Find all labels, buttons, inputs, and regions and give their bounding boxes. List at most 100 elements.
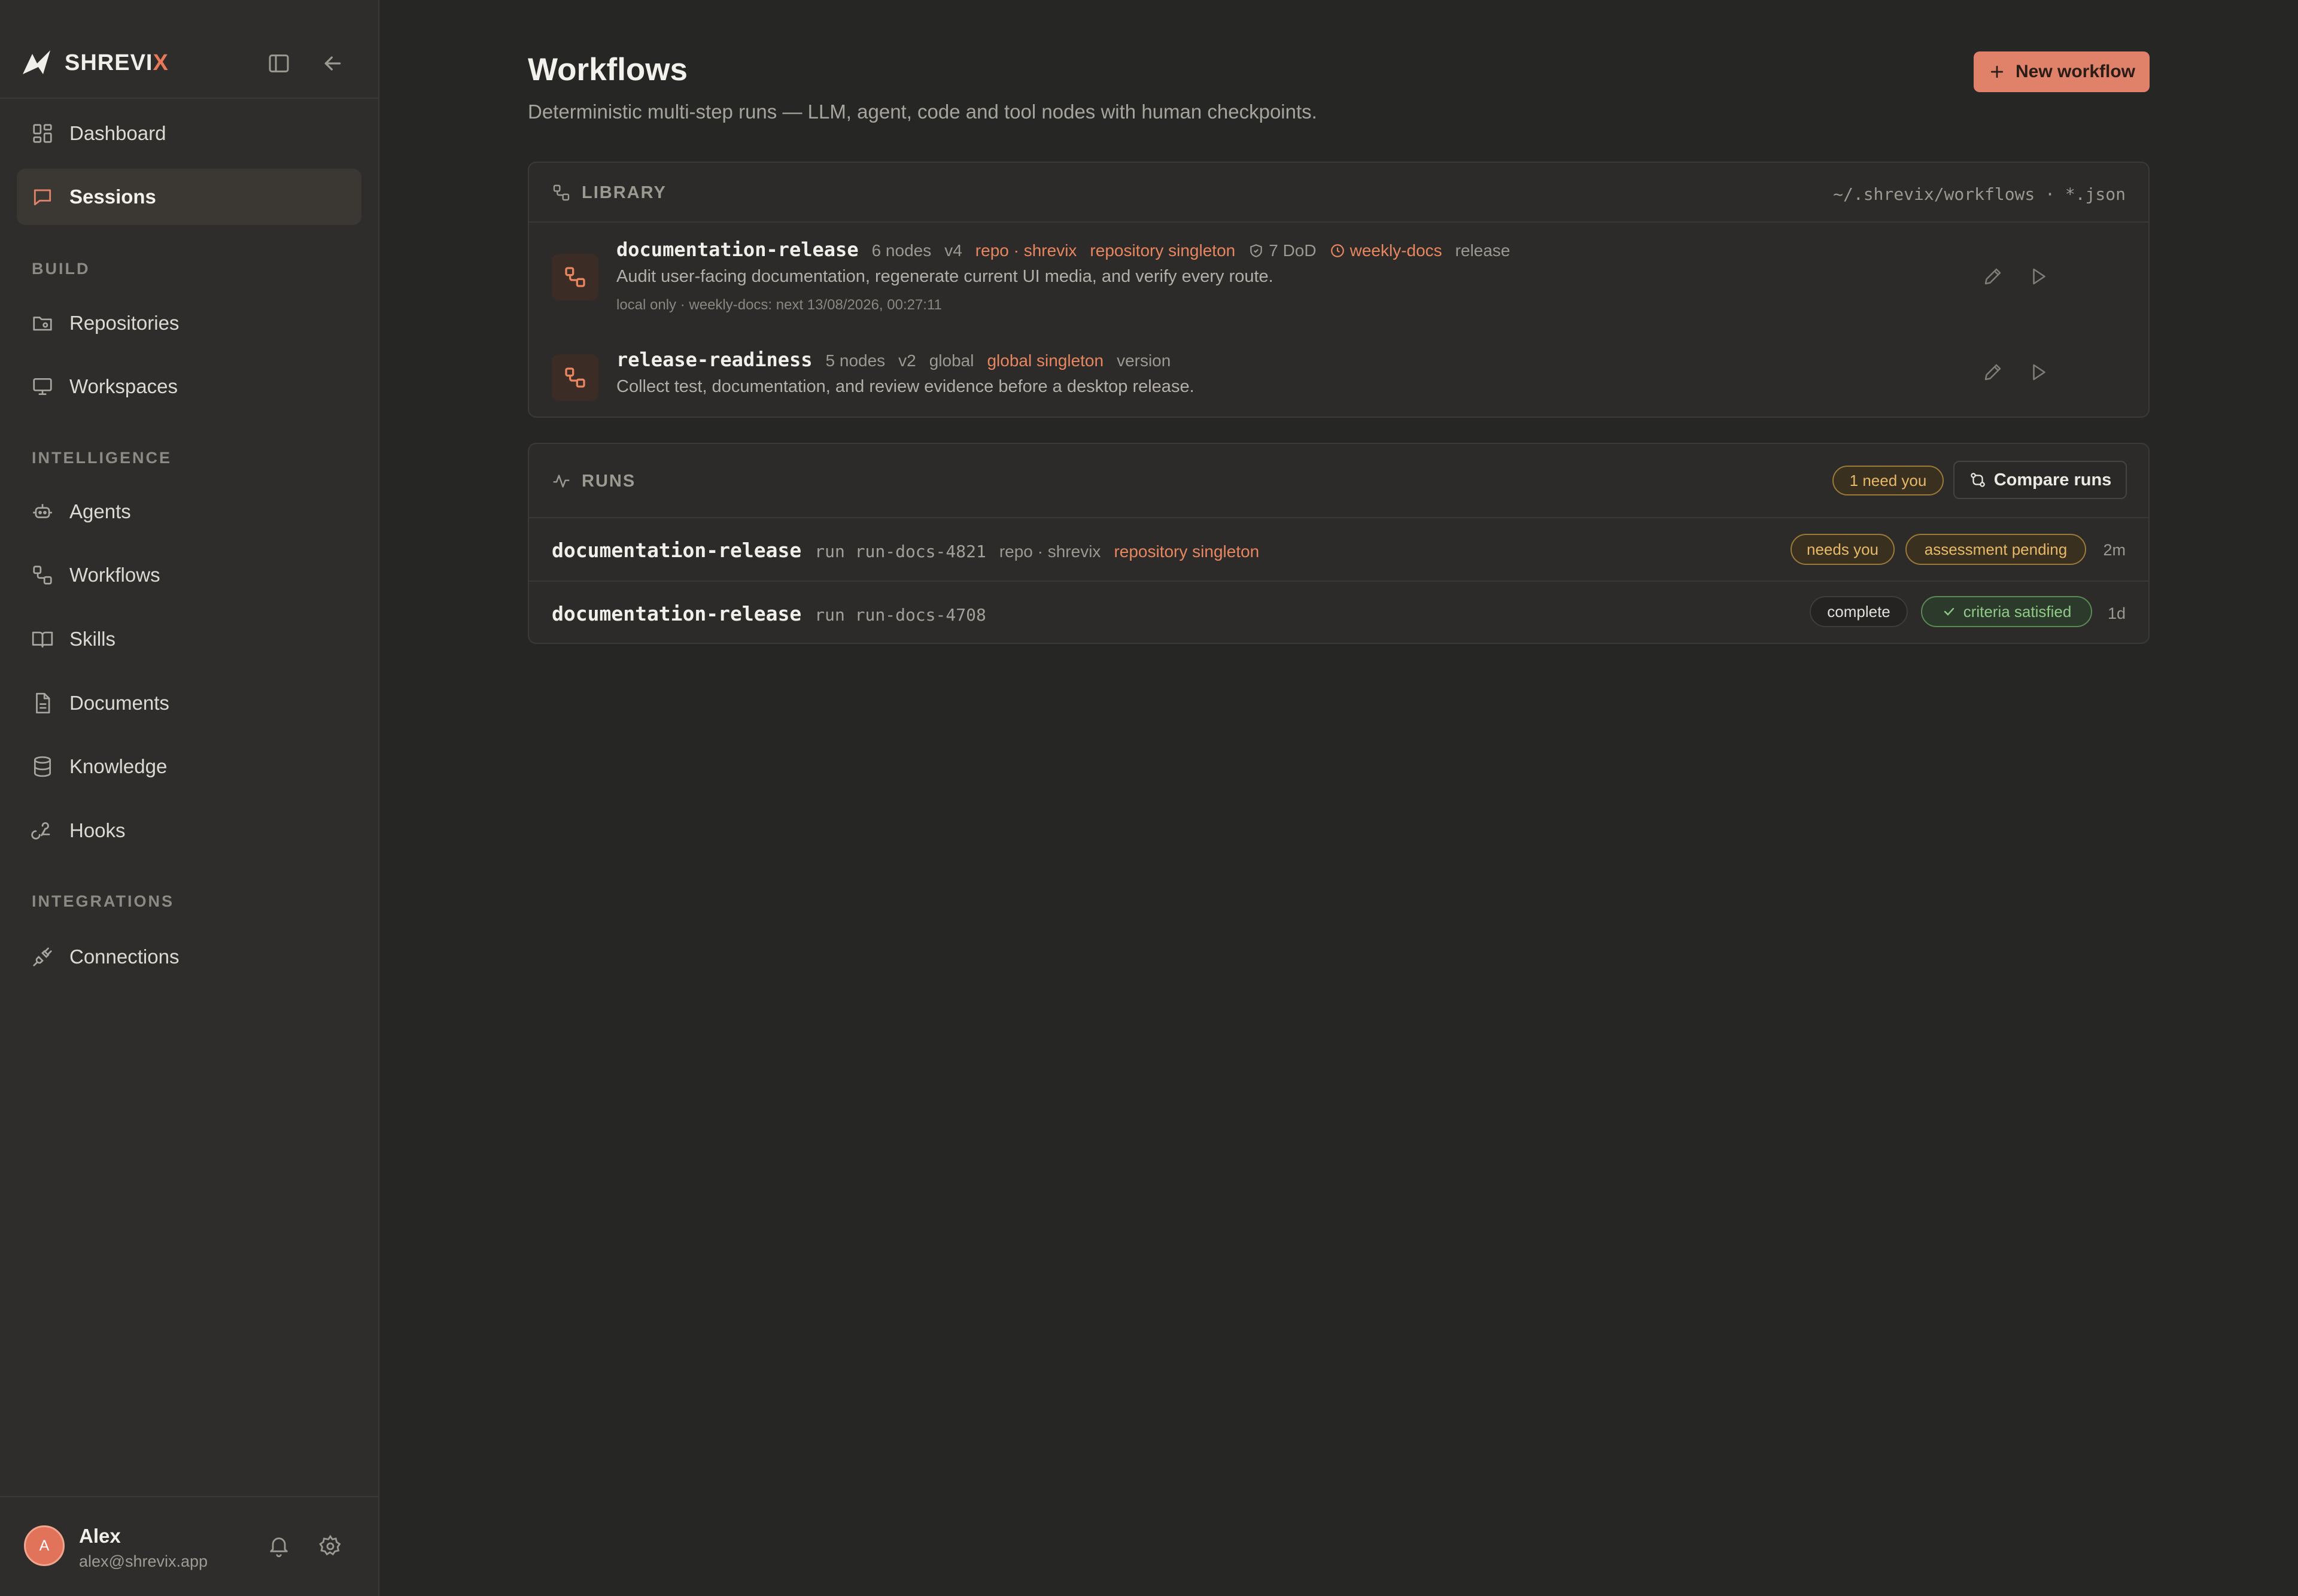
run-meta-line: documentation-release run run-docs-4708 [552, 602, 999, 625]
runs-title: RUNS [582, 472, 636, 491]
app-window: SHREVIX Dashboard Sessions BUILD Reposit… [0, 0, 2298, 1596]
sidebar-item-knowledge[interactable]: Knowledge [17, 738, 361, 795]
workflow-item-documentation-release[interactable]: documentation-release 6 nodes v4 repo · … [529, 225, 2148, 329]
sidebar-item-hooks[interactable]: Hooks [17, 802, 361, 859]
sidebar-item-label: Knowledge [69, 755, 168, 777]
sidebar-item-label: Workflows [69, 564, 160, 586]
workflow-description: Audit user-facing documentation, regener… [616, 267, 1273, 286]
workflow-node-count: 5 nodes [825, 351, 886, 370]
run-workflow-name: documentation-release [552, 539, 802, 562]
edit-pencil-icon[interactable] [1982, 266, 2004, 287]
workflow-singleton: global singleton [987, 351, 1104, 370]
run-play-icon[interactable] [2028, 361, 2049, 383]
git-compare-icon [1970, 473, 1985, 487]
page-title: Workflows [528, 52, 688, 87]
status-badge: needs you [1791, 534, 1895, 565]
compare-runs-button[interactable]: Compare runs [1953, 461, 2127, 499]
workflow-scope: repo · shrevix [975, 241, 1077, 260]
status-badge: complete [1810, 596, 1908, 627]
compare-runs-label: Compare runs [1993, 470, 2112, 490]
run-meta-line: documentation-release run run-docs-4821 … [552, 539, 1272, 562]
new-workflow-label: New workflow [2015, 62, 2136, 81]
sidebar-item-label: Skills [69, 628, 116, 650]
sidebar-item-label: Agents [69, 500, 131, 522]
workflow-meta-line: documentation-release 6 nodes v4 repo · … [616, 238, 1524, 261]
workflow-version: v2 [898, 351, 916, 370]
chat-icon [31, 186, 54, 208]
section-label-build: BUILD [32, 260, 90, 278]
book-icon [31, 628, 54, 650]
section-label-intelligence: INTELLIGENCE [32, 449, 172, 467]
new-workflow-button[interactable]: New workflow [1974, 51, 2150, 92]
library-card: LIBRARY ~/.shrevix/workflows · *.json do… [528, 162, 2150, 418]
bell-icon[interactable] [267, 1534, 291, 1558]
run-item-run-docs-4708[interactable]: documentation-release run run-docs-4708 … [529, 580, 2148, 643]
workflow-tag: version [1117, 351, 1171, 370]
run-play-icon[interactable] [2028, 266, 2049, 287]
plug-icon [31, 946, 54, 968]
workflow-dod-label: 7 DoD [1269, 241, 1317, 260]
sidebar-item-connections[interactable]: Connections [17, 929, 361, 985]
sidebar-item-workspaces[interactable]: Workspaces [17, 358, 361, 415]
shrevix-logo-icon[interactable] [22, 49, 51, 75]
library-header: LIBRARY ~/.shrevix/workflows · *.json [529, 163, 2148, 223]
run-singleton: repository singleton [1114, 542, 1260, 561]
workflow-schedule-info: local only · weekly-docs: next 13/08/202… [616, 297, 942, 313]
section-label-integrations: INTEGRATIONS [32, 892, 174, 910]
workflow-singleton: repository singleton [1090, 241, 1236, 260]
workflow-icon [31, 564, 54, 586]
workflow-meta-line: release-readiness 5 nodes v2 global glob… [616, 348, 1184, 371]
user-email: alex@shrevix.app [79, 1552, 208, 1570]
activity-icon [552, 472, 571, 491]
shield-check-icon [1248, 243, 1264, 259]
back-arrow-icon[interactable] [321, 51, 345, 75]
workflow-item-release-readiness[interactable]: release-readiness 5 nodes v2 global glob… [529, 336, 2148, 417]
gear-icon[interactable] [318, 1534, 342, 1558]
library-title: LIBRARY [582, 183, 667, 202]
workflow-schedule: weekly-docs [1330, 241, 1442, 260]
sidebar-item-label: Documents [69, 692, 169, 714]
main-content: Workflows Deterministic multi-step runs … [379, 0, 2298, 1596]
brand-name-accent: X [153, 50, 169, 75]
sidebar-item-dashboard[interactable]: Dashboard [17, 105, 361, 162]
brand-row: SHREVIX [0, 0, 378, 99]
workflow-tag: release [1455, 241, 1510, 260]
run-scope: repo · shrevix [999, 542, 1101, 561]
sidebar-item-agents[interactable]: Agents [17, 484, 361, 540]
bot-icon [31, 500, 54, 523]
sidebar-item-sessions[interactable]: Sessions [17, 169, 361, 225]
assessment-badge: assessment pending [1905, 534, 2086, 565]
dashboard-icon [31, 122, 54, 145]
sidebar-item-label: Sessions [69, 186, 156, 208]
workflow-icon [552, 354, 598, 401]
workflow-icon [552, 254, 598, 300]
plus-icon [1990, 65, 2004, 78]
needs-attention-badge: 1 need you [1832, 466, 1944, 495]
file-icon [31, 692, 54, 715]
sidebar-item-documents[interactable]: Documents [17, 675, 361, 731]
toggle-sidebar-icon[interactable] [267, 51, 291, 75]
edit-pencil-icon[interactable] [1982, 361, 2004, 383]
brand-name: SHREVIX [65, 50, 169, 76]
sidebar-item-label: Workspaces [69, 375, 178, 397]
check-icon [1944, 607, 1954, 616]
run-age: 2m [2103, 541, 2126, 559]
sidebar-item-label: Dashboard [69, 122, 166, 144]
run-item-run-docs-4821[interactable]: documentation-release run run-docs-4821 … [529, 518, 2148, 580]
workflow-description: Collect test, documentation, and review … [616, 377, 1194, 396]
page-subtitle: Deterministic multi-step runs — LLM, age… [528, 101, 1317, 123]
database-icon [31, 755, 54, 778]
criteria-badge: criteria satisfied [1921, 596, 2092, 627]
user-name: Alex [79, 1525, 121, 1547]
webhook-icon [31, 819, 54, 842]
sidebar-item-workflows[interactable]: Workflows [17, 547, 361, 603]
workflow-node-count: 6 nodes [871, 241, 932, 260]
sidebar-item-skills[interactable]: Skills [17, 611, 361, 667]
sidebar: SHREVIX Dashboard Sessions BUILD Reposit… [0, 0, 379, 1596]
sidebar-item-repositories[interactable]: Repositories [17, 295, 361, 351]
folder-icon [31, 312, 54, 335]
sidebar-item-label: Repositories [69, 312, 180, 334]
avatar[interactable]: A [24, 1525, 65, 1566]
workflow-dod: 7 DoD [1248, 241, 1317, 260]
workflow-schedule-label: weekly-docs [1349, 241, 1442, 260]
